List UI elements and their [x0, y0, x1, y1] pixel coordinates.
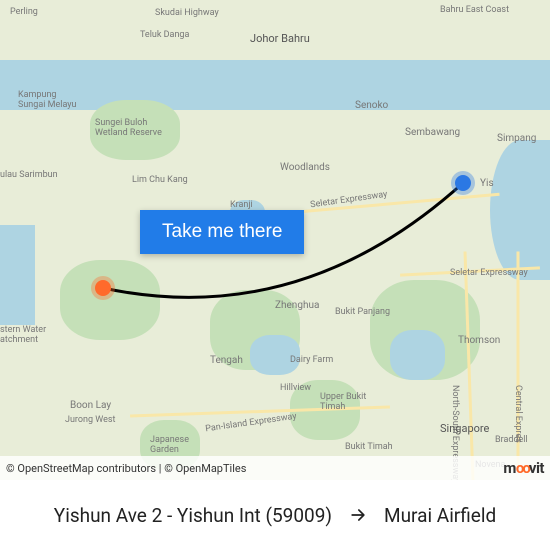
map-attribution: © OpenStreetMap contributors | © OpenMap… — [0, 456, 550, 480]
route-footer: Yishun Ave 2 - Yishun Int (59009) Murai … — [0, 480, 550, 550]
land-region — [0, 0, 550, 65]
destination-marker[interactable] — [95, 280, 111, 296]
park-region — [60, 260, 160, 340]
route-to: Murai Airfield — [384, 504, 496, 527]
map[interactable]: Johor Bahru Skudai Highway Teluk Danga B… — [0, 0, 550, 480]
route-from: Yishun Ave 2 - Yishun Int (59009) — [54, 504, 332, 527]
road — [517, 252, 520, 472]
origin-marker[interactable] — [455, 175, 471, 191]
water-region — [0, 225, 35, 325]
moovit-logo: moovit — [503, 459, 544, 477]
reservoir — [250, 335, 300, 375]
attribution-text: © OpenStreetMap contributors | © OpenMap… — [6, 462, 246, 475]
arrow-right-icon — [348, 505, 368, 525]
water-region — [490, 140, 550, 280]
park-region — [90, 100, 180, 160]
reservoir — [390, 330, 445, 380]
take-me-there-button[interactable]: Take me there — [140, 210, 304, 254]
